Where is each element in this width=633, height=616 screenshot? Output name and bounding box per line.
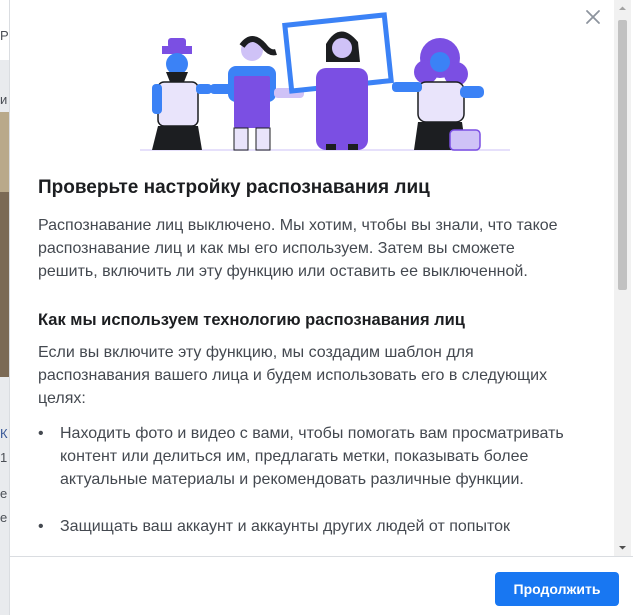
vertical-scrollbar[interactable] [614, 0, 631, 556]
scroll-down-arrow[interactable] [614, 539, 631, 556]
background-text-fragment: Р [0, 28, 9, 43]
list-item: Находить фото и видео с вами, чтобы помо… [38, 422, 578, 491]
close-icon [586, 10, 600, 24]
background-page: Р и К 1 е е [0, 0, 9, 615]
background-text-fragment: е [0, 486, 8, 501]
background-text-fragment: 1 [0, 450, 8, 465]
list-item: Защищать ваш аккаунт и аккаунты других л… [38, 515, 578, 538]
background-text-fragment: и [0, 92, 8, 107]
scroll-up-arrow[interactable] [614, 0, 631, 17]
person-with-frame-figure [282, 12, 394, 150]
dialog-scroll-area[interactable]: Проверьте настройку распознавания лиц Ра… [10, 0, 614, 556]
dialog-footer: Продолжить [10, 556, 633, 616]
person-figure [152, 38, 212, 150]
chevron-up-icon [619, 6, 626, 10]
background-text-fragment: К [0, 426, 8, 441]
dialog-title: Проверьте настройку распознавания лиц [38, 177, 430, 198]
people-illustration [140, 12, 510, 151]
scrollbar-thumb[interactable] [618, 20, 627, 290]
continue-button[interactable]: Продолжить [495, 572, 619, 606]
close-button[interactable] [582, 6, 604, 28]
usage-list: Находить фото и видео с вами, чтобы помо… [38, 422, 578, 538]
section-text: Если вы включите эту функцию, мы создади… [38, 344, 548, 407]
background-text-fragment: е [0, 510, 8, 525]
intro-text: Распознавание лиц выключено. Мы хотим, ч… [38, 217, 558, 280]
face-recognition-dialog: Проверьте настройку распознавания лиц Ра… [9, 0, 633, 616]
person-figure [392, 38, 484, 151]
chevron-down-icon [619, 546, 626, 550]
section-title: Как мы используем технологию распознаван… [38, 311, 465, 329]
